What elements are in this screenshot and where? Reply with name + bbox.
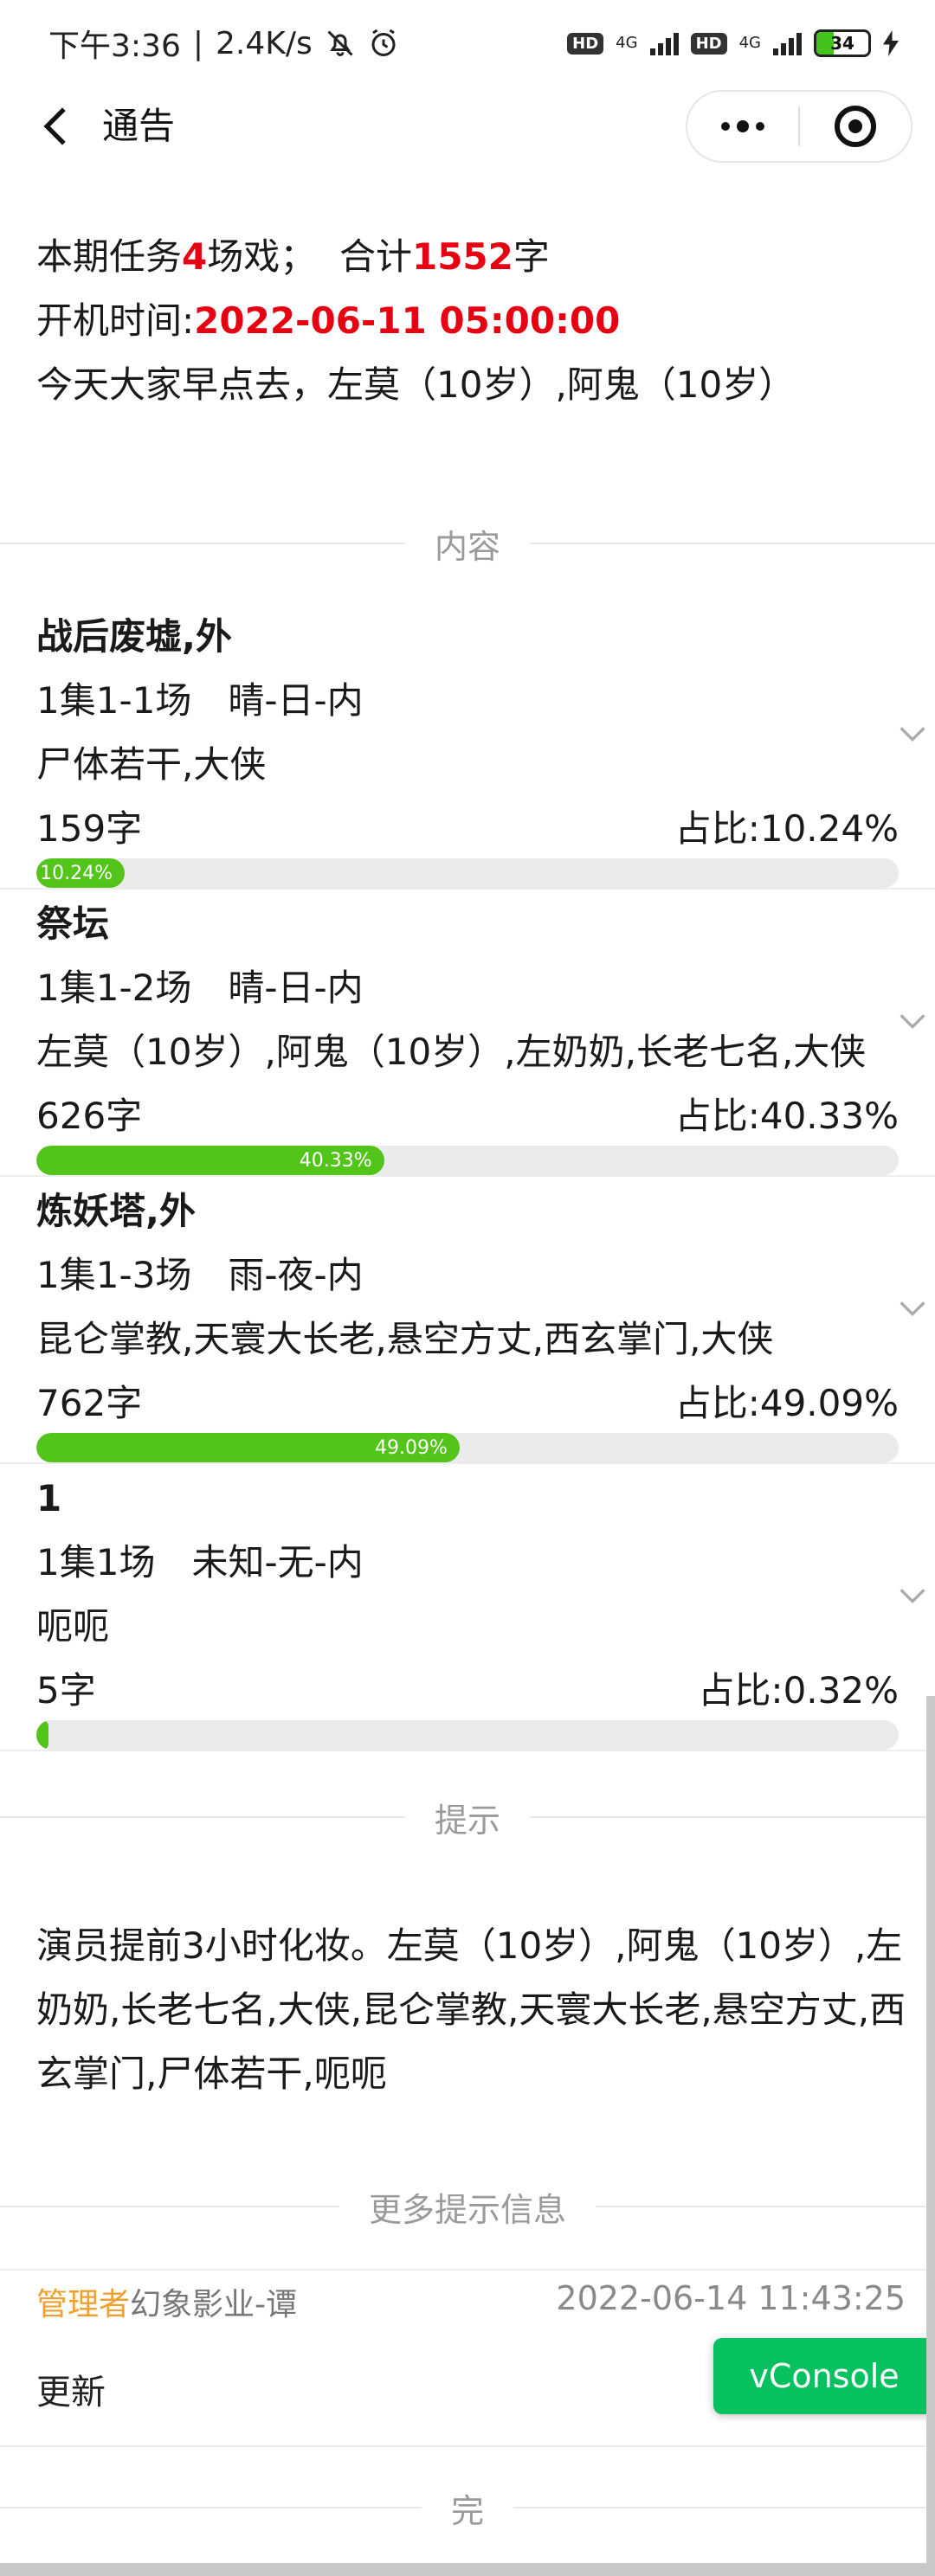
back-button[interactable] — [31, 102, 80, 151]
update-text: 更新 — [36, 2373, 106, 2412]
bottom-scroll-band — [0, 2563, 935, 2576]
scene-title: 祭坛 — [36, 903, 110, 945]
hd-badge-1: HD — [567, 32, 604, 55]
update-bottom-border — [0, 2445, 935, 2447]
scene-info: 1集1-1场 晴-日-内 — [36, 679, 364, 722]
battery-level: 34 — [830, 33, 854, 54]
battery-icon: 34 — [814, 29, 871, 57]
total-words: 1552 — [411, 235, 513, 278]
scene-info: 1集1-3场 雨-夜-内 — [36, 1254, 364, 1296]
status-speed: 2.4K/s — [215, 25, 313, 61]
scene-card[interactable]: 1 1集1场 未知-无-内 呃呃 5字 占比:0.32% — [0, 1464, 935, 1751]
admin-role: 管理者 — [36, 2287, 131, 2322]
signal-icon-2 — [773, 31, 802, 55]
alarm-clock-icon — [371, 29, 396, 56]
progress-track: 49.09% — [36, 1433, 899, 1462]
status-right: HD 4G HD 4G 34 — [567, 29, 899, 57]
scene-title: 炼妖塔,外 — [36, 1190, 196, 1232]
scene-card[interactable]: 战后废墟,外 1集1-1场 晴-日-内 尸体若干,大侠 159字 占比:10.24% 10… — [0, 602, 935, 890]
task-summary: 本期任务4场戏； 合计1552字 — [36, 225, 902, 289]
chevron-down-icon[interactable] — [895, 1291, 930, 1326]
summary-block: 本期任务4场戏； 合计1552字 开机时间:2022-06-11 05:00:0… — [36, 225, 902, 417]
scrollbar[interactable] — [926, 1696, 935, 2576]
progress-track: 10.24% — [36, 858, 899, 888]
scene-ratio: 占比:10.24% — [674, 807, 899, 850]
scene-roles: 昆仑掌教,天寰大长老,悬空方丈,西玄掌门,大侠 — [36, 1318, 774, 1360]
section-divider-more-tips: 更多提示信息 — [0, 2181, 935, 2232]
scene-roles: 呃呃 — [36, 1605, 110, 1648]
tips-text: 演员提前3小时化妆。左莫（10岁）,阿鬼（10岁）,左奶奶,长老七名,大侠,昆仑… — [36, 1924, 906, 2095]
status-time: 下午3:36 — [48, 29, 181, 64]
admin-name: 幻象影业-谭 — [130, 2287, 298, 2322]
scene-ratio: 占比:0.32% — [698, 1669, 899, 1712]
start-label: 开机时间: — [36, 299, 195, 342]
scene-roles: 尸体若干,大侠 — [36, 743, 267, 786]
progress-fill — [36, 1720, 48, 1750]
total-prefix: 合计 — [339, 235, 412, 278]
section-title-content: 内容 — [435, 527, 501, 566]
chevron-down-icon[interactable] — [895, 716, 930, 751]
hd-badge-2: HD — [690, 32, 727, 55]
network-type-2: 4G — [738, 34, 761, 52]
scene-word-count: 762字 — [36, 1382, 143, 1424]
section-title-more-tips: 更多提示信息 — [369, 2190, 567, 2229]
more-dots-icon — [721, 120, 764, 132]
close-miniprogram-button[interactable] — [800, 92, 911, 161]
charging-bolt-icon — [883, 30, 899, 56]
page-title: 通告 — [102, 105, 176, 147]
mute-bell-icon — [327, 30, 353, 56]
chevron-down-icon[interactable] — [895, 1004, 930, 1038]
scene-title: 战后废墟,外 — [36, 615, 232, 658]
status-divider: | — [192, 25, 203, 61]
scene-word-count: 159字 — [36, 807, 143, 850]
start-time-line: 开机时间:2022-06-11 05:00:00 — [36, 289, 902, 353]
total-suffix: 字 — [513, 235, 550, 278]
progress-fill: 10.24% — [36, 858, 125, 888]
section-divider-tips: 提示 — [0, 1791, 935, 1843]
signal-icon — [649, 31, 679, 55]
scene-suffix: 场戏； — [207, 235, 317, 278]
section-title-end: 完 — [451, 2491, 485, 2530]
section-title-tips: 提示 — [435, 1801, 501, 1840]
scene-word-count: 5字 — [36, 1669, 96, 1712]
scene-title: 1 — [36, 1477, 62, 1519]
scene-ratio: 占比:49.09% — [674, 1382, 899, 1424]
progress-fill: 49.09% — [36, 1433, 460, 1462]
vconsole-button[interactable]: vConsole — [713, 2338, 935, 2414]
scene-info: 1集1场 未知-无-内 — [36, 1541, 364, 1584]
target-circle-icon — [834, 106, 876, 147]
update-time: 2022-06-14 11:43:25 — [556, 2279, 906, 2317]
chevron-down-icon[interactable] — [895, 1578, 930, 1613]
status-bar: 下午3:36 | 2.4K/s HD 4G HD 4G 34 — [0, 0, 935, 87]
scene-count: 4 — [182, 235, 208, 278]
more-button[interactable] — [687, 92, 798, 161]
chevron-left-icon — [43, 107, 66, 145]
start-time: 2022-06-11 05:00:00 — [194, 299, 621, 342]
summary-note: 今天大家早点去，左莫（10岁）,阿鬼（10岁） — [36, 363, 796, 406]
progress-fill: 40.33% — [36, 1146, 384, 1175]
progress-track — [36, 1720, 899, 1750]
status-left: 下午3:36 | 2.4K/s — [48, 21, 399, 66]
scene-word-count: 626字 — [36, 1095, 143, 1137]
section-divider-content: 内容 — [0, 517, 935, 569]
menu-capsule — [686, 90, 912, 163]
network-type-1: 4G — [616, 34, 638, 52]
scene-info: 1集1-2场 晴-日-内 — [36, 967, 364, 1009]
update-top-border — [0, 2269, 935, 2271]
section-divider-end: 完 — [0, 2482, 935, 2534]
scene-roles: 左莫（10岁）,阿鬼（10岁）,左奶奶,长老七名,大侠 — [36, 1031, 867, 1073]
nav-bar: 通告 — [0, 87, 935, 166]
scene-card[interactable]: 祭坛 1集1-2场 晴-日-内左莫（10岁）,阿鬼（10岁）,左奶奶,长老七名,大… — [0, 890, 935, 1177]
scene-ratio: 占比:40.33% — [674, 1095, 899, 1137]
progress-track: 40.33% — [36, 1146, 899, 1175]
scene-card[interactable]: 炼妖塔,外 1集1-3场 雨-夜-内昆仑掌教,天寰大长老,悬空方丈,西玄掌门,大侠… — [0, 1177, 935, 1464]
task-prefix: 本期任务 — [36, 235, 183, 278]
